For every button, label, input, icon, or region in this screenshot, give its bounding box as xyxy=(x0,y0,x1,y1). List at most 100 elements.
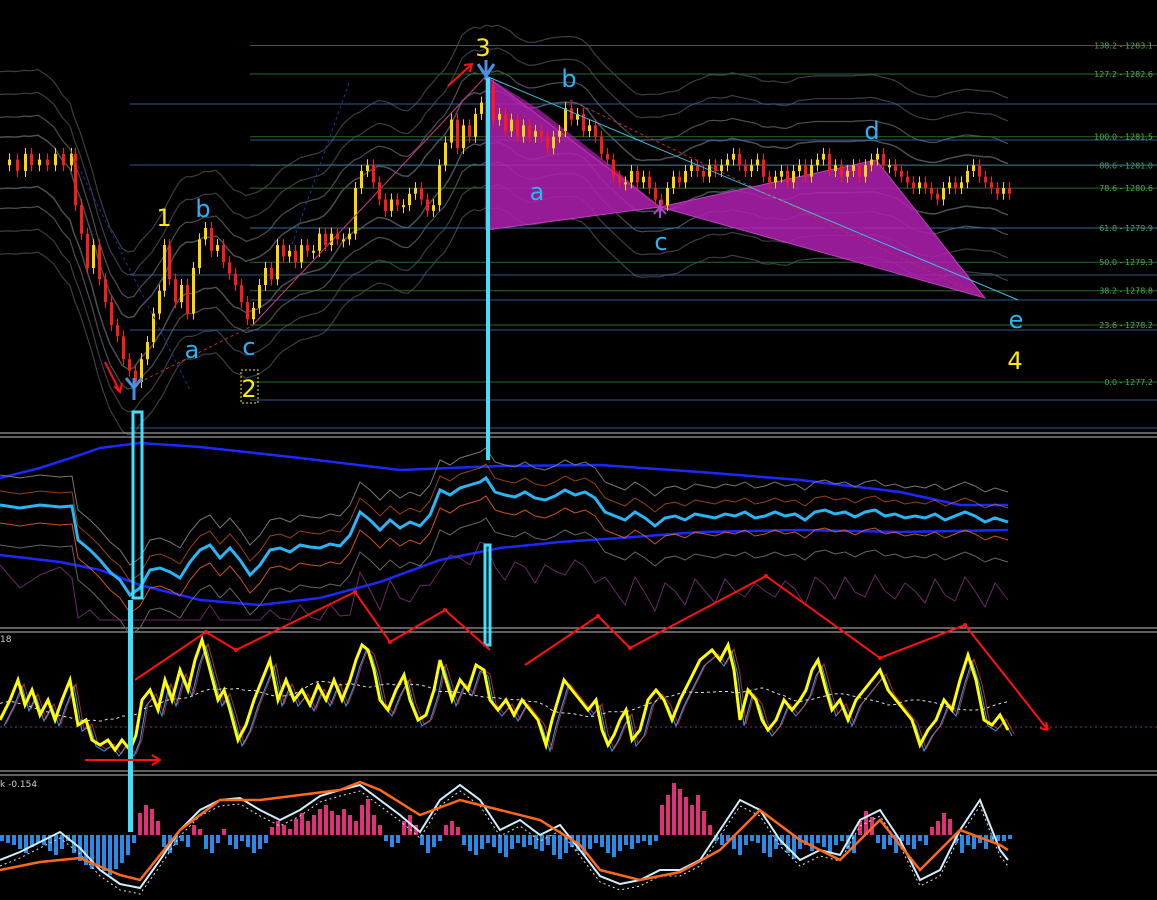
histogram-bar xyxy=(444,825,448,835)
candle-body xyxy=(270,267,273,280)
histogram-bar xyxy=(636,835,640,843)
histogram-bar xyxy=(462,835,466,845)
histogram-bar xyxy=(468,835,472,851)
candle-body xyxy=(276,245,279,280)
candle-body xyxy=(630,170,633,183)
candle-body xyxy=(918,182,921,189)
histogram-bar xyxy=(918,835,922,841)
candle-body xyxy=(396,199,399,206)
histogram-bar xyxy=(642,835,646,841)
histogram-bar xyxy=(912,835,916,849)
candle-body xyxy=(828,153,831,171)
candle-body xyxy=(312,250,315,253)
candle-body xyxy=(450,119,453,143)
candle-body xyxy=(882,153,885,166)
histogram-bar xyxy=(630,835,634,849)
candle-body xyxy=(990,182,993,189)
candle-body xyxy=(390,199,393,211)
candle-body xyxy=(264,267,267,286)
candle-body xyxy=(228,262,231,274)
histogram-bar xyxy=(624,835,628,845)
candle-body xyxy=(564,108,567,132)
candle-body xyxy=(804,165,807,177)
candle-body xyxy=(768,176,771,183)
candle-body xyxy=(510,119,513,132)
histogram-bar xyxy=(222,829,226,835)
fib-label-9: 0.0 - 1277.2 xyxy=(1104,378,1153,387)
candle-body xyxy=(246,302,249,320)
histogram-bar xyxy=(114,835,118,869)
histogram-bar xyxy=(144,805,148,835)
histogram-bar xyxy=(396,835,400,843)
histogram-bar xyxy=(948,819,952,835)
candle-body xyxy=(984,176,987,183)
chart-svg[interactable]: 138.2 - 1283.1127.2 - 1282.6100.0 - 1281… xyxy=(0,0,1157,896)
candle-body xyxy=(552,136,555,149)
wave-label-wd: d xyxy=(864,117,879,145)
candle-body xyxy=(54,153,57,166)
histogram-bar xyxy=(546,835,550,845)
histogram-bar xyxy=(816,835,820,843)
candle-body xyxy=(594,125,597,137)
histogram-bar xyxy=(588,835,592,849)
candle-body xyxy=(86,233,89,268)
candle-body xyxy=(648,176,651,189)
histogram-bar xyxy=(504,835,508,857)
candle-body xyxy=(360,170,363,189)
candle-body xyxy=(210,228,213,251)
candle-body xyxy=(936,193,939,200)
candle-body xyxy=(378,182,381,200)
histogram-bar xyxy=(450,821,454,835)
candle-body xyxy=(600,136,603,154)
wave-label-wb2: b xyxy=(561,65,576,93)
candle-body xyxy=(444,142,447,166)
histogram-bar xyxy=(492,835,496,847)
histogram-bar xyxy=(606,835,610,853)
candle-body xyxy=(798,165,801,171)
wave-label-w1: 1 xyxy=(156,204,171,232)
candle-body xyxy=(234,273,237,286)
histogram-bar xyxy=(888,835,892,845)
histogram-bar xyxy=(198,829,202,835)
histogram-bar xyxy=(882,835,886,849)
histogram-bar xyxy=(246,835,250,847)
candle-body xyxy=(438,165,441,206)
candle-body xyxy=(354,188,357,234)
candle-body xyxy=(900,170,903,177)
candle-body xyxy=(618,176,621,183)
histogram-bar xyxy=(936,821,940,835)
candle-body xyxy=(774,176,777,183)
histogram-bar xyxy=(240,835,244,841)
histogram-bar xyxy=(186,835,190,847)
candle-body xyxy=(894,165,897,171)
candle-body xyxy=(870,159,873,166)
candle-body xyxy=(158,290,161,314)
candle-body xyxy=(654,188,657,200)
histogram-bar xyxy=(372,815,376,835)
histogram-bar xyxy=(552,835,556,855)
candle-body xyxy=(906,176,909,183)
candle-body xyxy=(996,188,999,194)
histogram-bar xyxy=(840,835,844,841)
histogram-bar xyxy=(510,835,514,849)
histogram-bar xyxy=(618,835,622,851)
histogram-bar xyxy=(702,811,706,835)
histogram-bar xyxy=(828,835,832,853)
candle-body xyxy=(606,153,609,160)
histogram-bar xyxy=(294,819,298,835)
histogram-bar xyxy=(498,835,502,853)
candle-body xyxy=(540,131,543,137)
candle-body xyxy=(972,165,975,171)
arrow-node-6 xyxy=(628,646,632,650)
histogram-bar xyxy=(180,835,184,841)
histogram-bar xyxy=(528,835,532,845)
histogram-bar xyxy=(672,783,676,835)
arrow-node-2 xyxy=(353,590,357,594)
candle-body xyxy=(92,245,95,268)
histogram-bar xyxy=(942,813,946,835)
candle-body xyxy=(504,113,507,132)
wave-label-wa2: a xyxy=(530,178,545,206)
candle-body xyxy=(792,170,795,183)
candle-body xyxy=(810,165,813,177)
candle-body xyxy=(168,245,171,280)
